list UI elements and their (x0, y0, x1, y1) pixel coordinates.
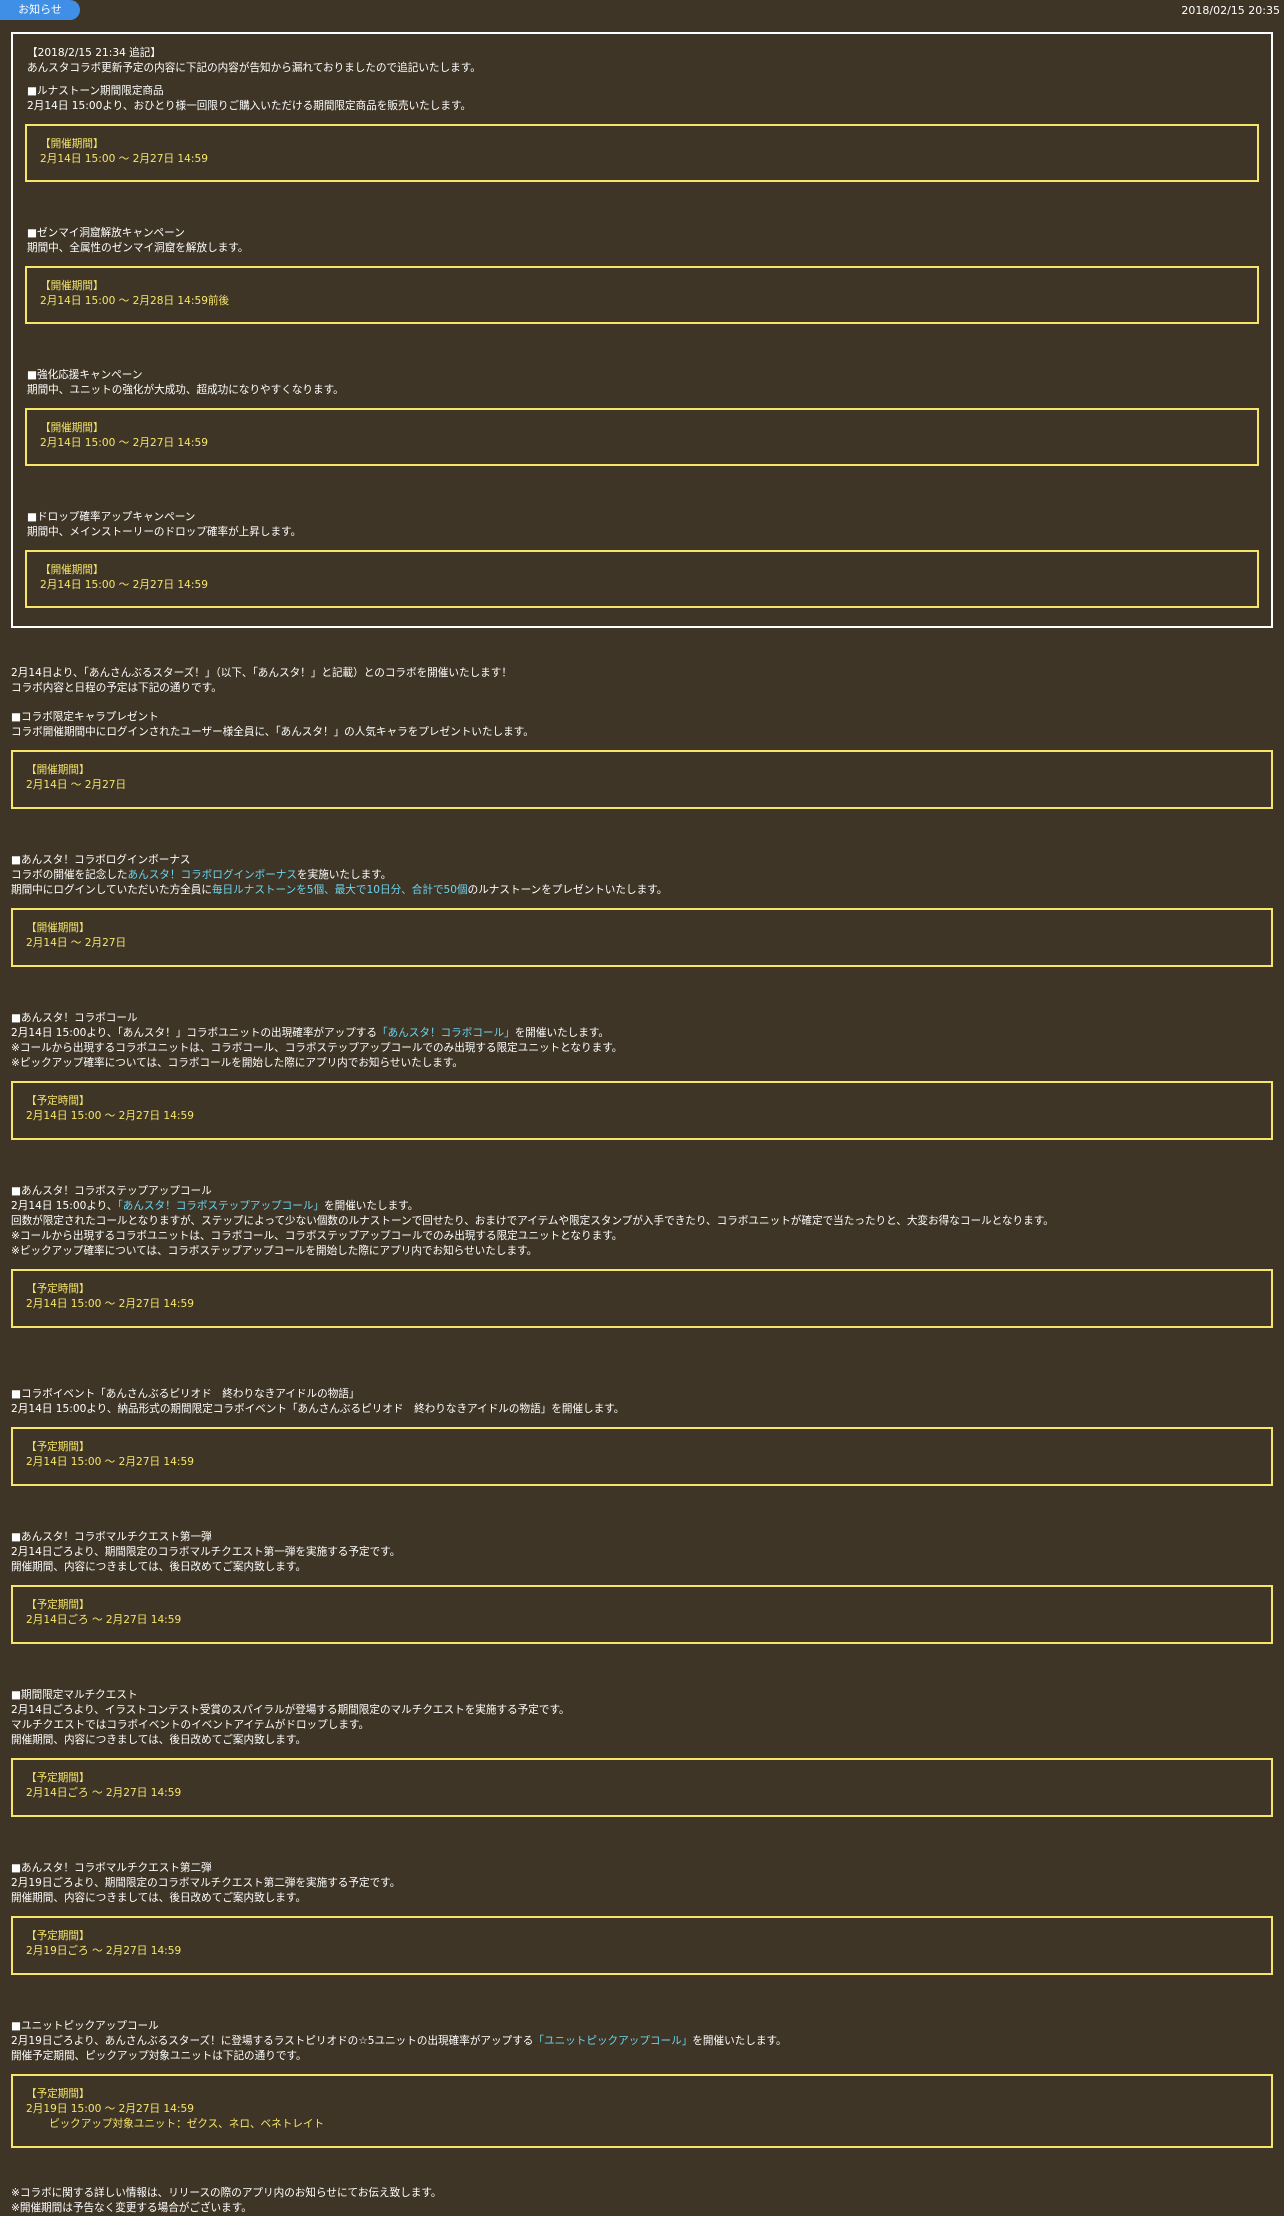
collab-call-link[interactable]: 「あんスタ！コラボコール」 (377, 1027, 515, 1039)
period-label: 【予定期間】 (26, 2088, 90, 2100)
section-desc: 期間中にログインしていただいた方全員に毎日ルナストーンを5個、最大で10日分、合… (11, 884, 668, 896)
period-box: 【開催期間】 2月14日 15:00 ～ 2月28日 14:59前後 (25, 266, 1259, 324)
post-date: 2018/02/15 20:35 (1181, 4, 1280, 17)
section-heading: ■あんスタ！コラボマルチクエスト第一弾 (11, 1531, 212, 1543)
section-heading: ■あんスタ！コラボステップアップコール (11, 1185, 212, 1197)
section-heading: ■あんスタ！コラボコール (11, 1012, 138, 1024)
period-box: 【開催期間】 2月14日 15:00 ～ 2月27日 14:59 (25, 124, 1259, 182)
period-value: 2月14日 15:00 ～ 2月27日 14:59 (40, 579, 208, 591)
section-desc: ※コールから出現するコラボユニットは、コラボコール、コラボステップアップコールで… (11, 1230, 623, 1242)
period-label: 【予定時間】 (26, 1283, 90, 1295)
addendum-desc: 期間中、メインストーリーのドロップ確率が上昇します。 (27, 526, 302, 538)
section-heading: ■あんスタ！コラボマルチクエスト第二弾 (11, 1862, 212, 1874)
section-desc: マルチクエストではコラボイベントのイベントアイテムがドロップします。 (11, 1719, 370, 1731)
period-label: 【予定時間】 (26, 1095, 90, 1107)
period-value: 2月14日 ～ 2月27日 (26, 937, 127, 949)
section-desc: ※コールから出現するコラボユニットは、コラボコール、コラボステップアップコールで… (11, 1042, 623, 1054)
period-box: 【開催期間】 2月14日 ～ 2月27日 (11, 750, 1273, 809)
intro-line: コラボ内容と日程の予定は下記の通りです。 (11, 682, 222, 694)
addendum-desc: 2月14日 15:00より、おひとり様一回限りご購入いただける期間限定商品を販売… (27, 100, 472, 112)
period-box: 【予定期間】 2月14日 15:00 ～ 2月27日 14:59 (11, 1427, 1273, 1486)
main-notice: 2月14日より、「あんさんぶるスターズ！」（以下、「あんスタ！」と記載）とのコラ… (0, 628, 1284, 2216)
pickup-units: ピックアップ対象ユニット：ゼクス、ネロ、ベネトレイト (49, 2118, 325, 2130)
section-desc: 2月14日 15:00より、「あんスタ！」コラボユニットの出現確率がアップする「… (11, 1027, 610, 1039)
period-value: 2月14日 15:00 ～ 2月27日 14:59 (40, 153, 208, 165)
period-label: 【開催期間】 (40, 564, 104, 576)
section-heading: ■ユニットピックアップコール (11, 2020, 159, 2032)
period-box: 【予定時間】 2月14日 15:00 ～ 2月27日 14:59 (11, 1081, 1273, 1140)
period-box: 【予定期間】 2月19日ごろ ～ 2月27日 14:59 (11, 1916, 1273, 1975)
notice-badge[interactable]: お知らせ (0, 0, 80, 20)
section-desc: ※ピックアップ確率については、コラボコールを開始した際にアプリ内でお知らせいたし… (11, 1057, 464, 1069)
addendum-title: 【2018/2/15 21:34 追記】 (27, 47, 161, 59)
period-value: 2月19日 15:00 ～ 2月27日 14:59 (26, 2103, 194, 2115)
section-desc: 開催期間、内容につきましては、後日改めてご案内致します。 (11, 1734, 307, 1746)
period-value: 2月14日 15:00 ～ 2月27日 14:59 (26, 1298, 194, 1310)
period-value: 2月14日 ～ 2月27日 (26, 779, 127, 791)
period-value: 2月14日 15:00 ～ 2月27日 14:59 (26, 1456, 194, 1468)
highlight-text: 毎日ルナストーンを5個、最大で10日分、合計で50個 (211, 884, 468, 896)
period-value: 2月14日ごろ ～ 2月27日 14:59 (26, 1787, 182, 1799)
period-box: 【予定期間】 2月14日ごろ ～ 2月27日 14:59 (11, 1585, 1273, 1644)
period-box: 【予定期間】 2月14日ごろ ～ 2月27日 14:59 (11, 1758, 1273, 1817)
period-label: 【予定期間】 (26, 1441, 90, 1453)
section-desc: 開催予定期間、ピックアップ対象ユニットは下記の通りです。 (11, 2050, 307, 2062)
addendum-heading: ■強化応援キャンペーン (27, 369, 143, 381)
section-heading: ■あんスタ！コラボログインボーナス (11, 854, 191, 866)
period-value: 2月14日 15:00 ～ 2月27日 14:59 (26, 1110, 194, 1122)
pickup-call-link[interactable]: 「ユニットピックアップコール」 (533, 2035, 692, 2047)
period-box: 【開催期間】 2月14日 15:00 ～ 2月27日 14:59 (25, 550, 1259, 608)
section-desc: 2月14日ごろより、イラストコンテスト受賞のスパイラルが登場する期間限定のマルチ… (11, 1704, 570, 1716)
period-label: 【開催期間】 (40, 422, 104, 434)
addendum-heading: ■ドロップ確率アップキャンペーン (27, 511, 196, 523)
step-call-link[interactable]: 「あんスタ！コラボステップアップコール」 (117, 1200, 324, 1212)
period-box: 【予定期間】 2月19日 15:00 ～ 2月27日 14:59 ピックアップ対… (11, 2074, 1273, 2148)
intro-line: 2月14日より、「あんさんぶるスターズ！」（以下、「あんスタ！」と記載）とのコラ… (11, 667, 512, 679)
addendum-intro: あんスタコラボ更新予定の内容に下記の内容が告知から漏れておりましたので追記いたし… (27, 62, 481, 74)
section-desc: 開催期間、内容につきましては、後日改めてご案内致します。 (11, 1561, 307, 1573)
notice-content: 【2018/2/15 21:34 追記】 あんスタコラボ更新予定の内容に下記の内… (0, 32, 1284, 2216)
period-value: 2月14日ごろ ～ 2月27日 14:59 (26, 1614, 182, 1626)
login-bonus-link[interactable]: あんスタ！コラボログインボーナス (128, 869, 298, 881)
period-value: 2月14日 15:00 ～ 2月27日 14:59 (40, 437, 208, 449)
section-heading: ■コラボイベント「あんさんぶるピリオド 終わりなきアイドルの物語」 (11, 1388, 360, 1400)
addendum-box: 【2018/2/15 21:34 追記】 あんスタコラボ更新予定の内容に下記の内… (11, 32, 1273, 628)
section-desc: 2月14日ごろより、期間限定のコラボマルチクエスト第一弾を実施する予定です。 (11, 1546, 401, 1558)
period-box: 【予定時間】 2月14日 15:00 ～ 2月27日 14:59 (11, 1269, 1273, 1328)
section-desc: 2月19日ごろより、あんさんぶるスターズ！に登場するラストピリオドの☆5ユニット… (11, 2035, 787, 2047)
addendum-desc: 期間中、全属性のゼンマイ洞窟を解放します。 (27, 242, 249, 254)
section-desc: コラボの開催を記念したあんスタ！コラボログインボーナスを実施いたします。 (11, 869, 392, 881)
addendum-heading: ■ゼンマイ洞窟解放キャンペーン (27, 227, 185, 239)
period-label: 【予定期間】 (26, 1599, 90, 1611)
period-label: 【予定期間】 (26, 1772, 90, 1784)
period-box: 【開催期間】 2月14日 ～ 2月27日 (11, 908, 1273, 967)
section-desc: 2月14日 15:00より、「あんスタ！コラボステップアップコール」を開催いたし… (11, 1200, 419, 1212)
section-desc: 2月14日 15:00より、納品形式の期間限定コラボイベント「あんさんぶるピリオ… (11, 1403, 625, 1415)
period-label: 【開催期間】 (40, 138, 104, 150)
period-label: 【開催期間】 (40, 280, 104, 292)
period-label: 【開催期間】 (26, 922, 90, 934)
period-label: 【予定期間】 (26, 1930, 90, 1942)
section-desc: ※ピックアップ確率については、コラボステップアップコールを開始した際にアプリ内で… (11, 1245, 538, 1257)
footer-note: ※開催期間は予告なく変更する場合がございます。 (11, 2202, 252, 2214)
period-box: 【開催期間】 2月14日 15:00 ～ 2月27日 14:59 (25, 408, 1259, 466)
section-heading: ■期間限定マルチクエスト (11, 1689, 138, 1701)
addendum-heading: ■ルナストーン期間限定商品 (27, 85, 164, 97)
period-label: 【開催期間】 (26, 764, 90, 776)
period-value: 2月19日ごろ ～ 2月27日 14:59 (26, 1945, 182, 1957)
section-desc: コラボ開催期間中にログインされたユーザー様全員に、「あんスタ！」の人気キャラをプ… (11, 726, 534, 738)
section-desc: 回数が限定されたコールとなりますが、ステップによって少ない個数のルナストーンで回… (11, 1215, 1054, 1227)
section-heading: ■コラボ限定キャラプレゼント (11, 711, 159, 723)
footer-note: ※コラボに関する詳しい情報は、リリースの際のアプリ内のお知らせにてお伝え致します… (11, 2187, 442, 2199)
addendum-desc: 期間中、ユニットの強化が大成功、超成功になりやすくなります。 (27, 384, 344, 396)
section-desc: 2月19日ごろより、期間限定のコラボマルチクエスト第二弾を実施する予定です。 (11, 1877, 401, 1889)
period-value: 2月14日 15:00 ～ 2月28日 14:59前後 (40, 295, 230, 307)
section-desc: 開催期間、内容につきましては、後日改めてご案内致します。 (11, 1892, 307, 1904)
